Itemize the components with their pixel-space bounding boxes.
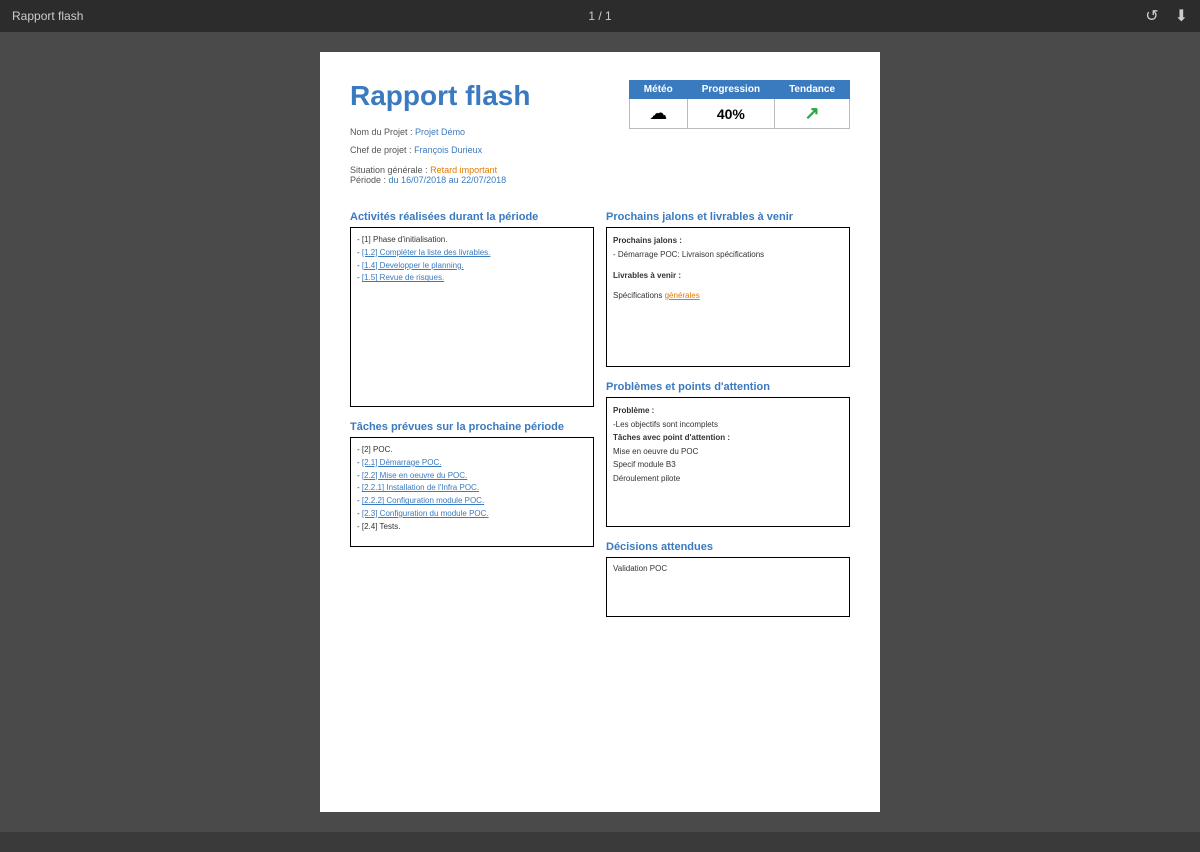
task-item: - [2.2.1] Installation de l'Infra POC. xyxy=(357,482,587,495)
status-table: Météo Progression Tendance ☁ 40% xyxy=(629,80,850,129)
periode-line: Période : du 16/07/2018 au 22/07/2018 xyxy=(350,175,850,185)
status-table-wrap: Météo Progression Tendance ☁ 40% xyxy=(629,80,850,129)
tasks-title: Tâches prévues sur la prochaine période xyxy=(350,421,594,433)
top-bar: Rapport flash 1 / 1 ↺ ⬇ xyxy=(0,0,1200,32)
task-item: - [2.2] Mise en oeuvre du POC. xyxy=(357,470,587,483)
activities-title: Activités réalisées durant la période xyxy=(350,211,594,223)
activity-item: - [1.5] Revue de risques. xyxy=(357,272,587,285)
project-value: Projet Démo xyxy=(415,127,465,137)
periode-value: du 16/07/2018 au 22/07/2018 xyxy=(389,175,507,185)
weather-icon: ☁ xyxy=(649,103,667,123)
project-label: Nom du Projet : xyxy=(350,127,413,137)
task-item: - [2.3] Configuration du module POC. xyxy=(357,508,587,521)
deliverables-subtitle: Livrables à venir : xyxy=(613,269,843,283)
deliverables-note: Spécifications générales xyxy=(613,289,843,303)
milestones-box: Prochains jalons :- Démarrage POC: Livra… xyxy=(606,227,850,367)
activities-box: - [1] Phase d'initialisation.- [1.2] Com… xyxy=(350,227,594,407)
col-left: Activités réalisées durant la période - … xyxy=(350,197,594,617)
pagination: 1 / 1 xyxy=(588,9,611,23)
document: Rapport flash Météo Progression Tendance… xyxy=(320,52,880,812)
decisions-title: Décisions attendues xyxy=(606,541,850,553)
problems-title: Problèmes et points d'attention xyxy=(606,381,850,393)
task-item: - [2.2.2] Configuration module POC. xyxy=(357,495,587,508)
progress-value: 40% xyxy=(717,106,745,122)
download-icon[interactable]: ⬇ xyxy=(1175,6,1188,26)
toolbar-icons: ↺ ⬇ xyxy=(1145,6,1188,26)
activity-item: - [1.4] Developper le planning. xyxy=(357,260,587,273)
task-item: - [2.1] Démarrage POC. xyxy=(357,457,587,470)
bottom-bar xyxy=(0,832,1200,852)
weather-cell: ☁ xyxy=(629,99,687,129)
situation-line: Situation générale : Retard important xyxy=(350,165,850,175)
col-header-tendance: Tendance xyxy=(775,81,850,99)
attention-item: Specif module B3 xyxy=(613,458,843,472)
activity-item: - [1.2] Compléter la liste des livrables… xyxy=(357,247,587,260)
decisions-box: Validation POC xyxy=(606,557,850,617)
chef-label: Chef de projet : xyxy=(350,145,412,155)
progress-cell: 40% xyxy=(687,99,774,129)
problem-item: -Les objectifs sont incomplets xyxy=(613,418,843,432)
trend-arrow: ↗ xyxy=(804,103,819,123)
problem-subtitle: Problème : xyxy=(613,404,843,418)
attention-item: Mise en oeuvre du POC xyxy=(613,445,843,459)
main-area: Rapport flash Météo Progression Tendance… xyxy=(0,32,1200,832)
chef-value: François Durieux xyxy=(414,145,482,155)
col-right: Prochains jalons et livrables à venir Pr… xyxy=(606,197,850,617)
periode-label: Période : xyxy=(350,175,386,185)
refresh-icon[interactable]: ↺ xyxy=(1145,6,1158,26)
attention-item: Déroulement pilote xyxy=(613,472,843,486)
attention-subtitle: Tâches avec point d'attention : xyxy=(613,431,843,445)
col-header-meteo: Météo xyxy=(629,81,687,99)
chef-info: Chef de projet : François Durieux xyxy=(350,144,850,158)
col-header-progression: Progression xyxy=(687,81,774,99)
problems-box: Problème :-Les objectifs sont incomplets… xyxy=(606,397,850,527)
tasks-box: - [2] POC.- [2.1] Démarrage POC.- [2.2] … xyxy=(350,437,594,547)
task-item: - [2.4] Tests. xyxy=(357,521,587,534)
milestone-item: - Démarrage POC: Livraison spécification… xyxy=(613,248,843,262)
task-item: - [2] POC. xyxy=(357,444,587,457)
milestones-title: Prochains jalons et livrables à venir xyxy=(606,211,850,223)
app-title: Rapport flash xyxy=(12,9,83,23)
milestones-subtitle: Prochains jalons : xyxy=(613,234,843,248)
trend-cell: ↗ xyxy=(775,99,850,129)
decision-item: Validation POC xyxy=(613,564,843,573)
two-col-layout: Activités réalisées durant la période - … xyxy=(350,197,850,617)
situation-label: Situation générale : xyxy=(350,165,428,175)
activity-item: - [1] Phase d'initialisation. xyxy=(357,234,587,247)
situation-value: Retard important xyxy=(430,165,497,175)
